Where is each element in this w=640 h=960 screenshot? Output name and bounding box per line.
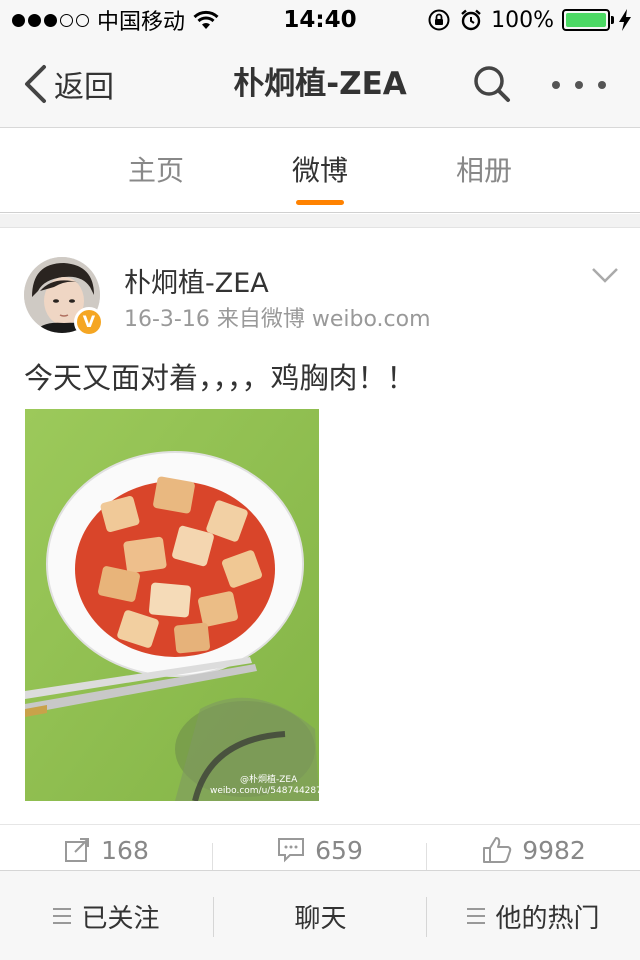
chevron-left-icon (25, 65, 46, 103)
like-count: 9982 (522, 835, 586, 865)
post-text: 今天又面对着，，，，鸡胸肉！！ (24, 361, 416, 395)
profile-tabs: 主页 微博 相册 (0, 129, 640, 213)
alarm-icon (461, 9, 481, 31)
chat-button[interactable]: 聊天 (214, 871, 427, 960)
active-tab-indicator (296, 200, 344, 205)
verified-badge: V (74, 307, 104, 337)
bottom-toolbar: 已关注 聊天 他的热门 (0, 870, 640, 960)
status-right: 100% (427, 6, 632, 34)
top-posts-button[interactable]: 他的热门 (427, 871, 640, 960)
repost-count: 168 (101, 835, 149, 865)
navigation-bar: 返回 朴炯植-ZEA (0, 40, 640, 128)
menu-icon (467, 908, 486, 924)
search-icon (474, 66, 510, 102)
battery-percent: 100% (491, 7, 554, 33)
like-icon (483, 837, 512, 863)
comment-count: 659 (315, 835, 363, 865)
status-bar: 中国移动 14:40 100% (0, 0, 640, 40)
following-label: 已关注 (81, 903, 160, 934)
chevron-down-icon[interactable] (590, 265, 620, 285)
chat-label: 聊天 (294, 903, 347, 934)
section-divider (0, 214, 640, 228)
watermark-line-2: weibo.com/u/5487442871 (210, 786, 328, 796)
rotation-lock-icon (428, 9, 450, 31)
battery-icon (562, 9, 614, 31)
post-author[interactable]: 朴炯植-ZEA (124, 261, 269, 300)
more-button[interactable] (552, 70, 606, 100)
back-label: 返回 (54, 70, 114, 105)
back-button[interactable]: 返回 (22, 62, 114, 106)
more-icon (598, 81, 606, 89)
more-icon (552, 81, 560, 89)
charging-icon (619, 9, 631, 31)
share-icon (65, 838, 90, 862)
search-button[interactable] (470, 62, 514, 106)
comment-icon (278, 838, 305, 863)
post-image[interactable] (25, 409, 319, 801)
menu-icon (53, 908, 72, 924)
tab-home[interactable]: 主页 (96, 149, 216, 193)
tab-weibo[interactable]: 微博 (260, 149, 380, 193)
image-watermark: @朴炯植-ZEA weibo.com/u/5487442871 (210, 775, 328, 797)
following-button[interactable]: 已关注 (0, 871, 213, 960)
more-icon (575, 81, 583, 89)
battery-level (566, 13, 606, 27)
post-meta: 16-3-16 来自微博 weibo.com (124, 307, 431, 332)
top-posts-label: 他的热门 (495, 903, 600, 934)
tab-album[interactable]: 相册 (424, 149, 544, 193)
food-photo (25, 409, 319, 801)
watermark-line-1: @朴炯植-ZEA (240, 775, 298, 785)
page-title: 朴炯植-ZEA (233, 66, 407, 102)
